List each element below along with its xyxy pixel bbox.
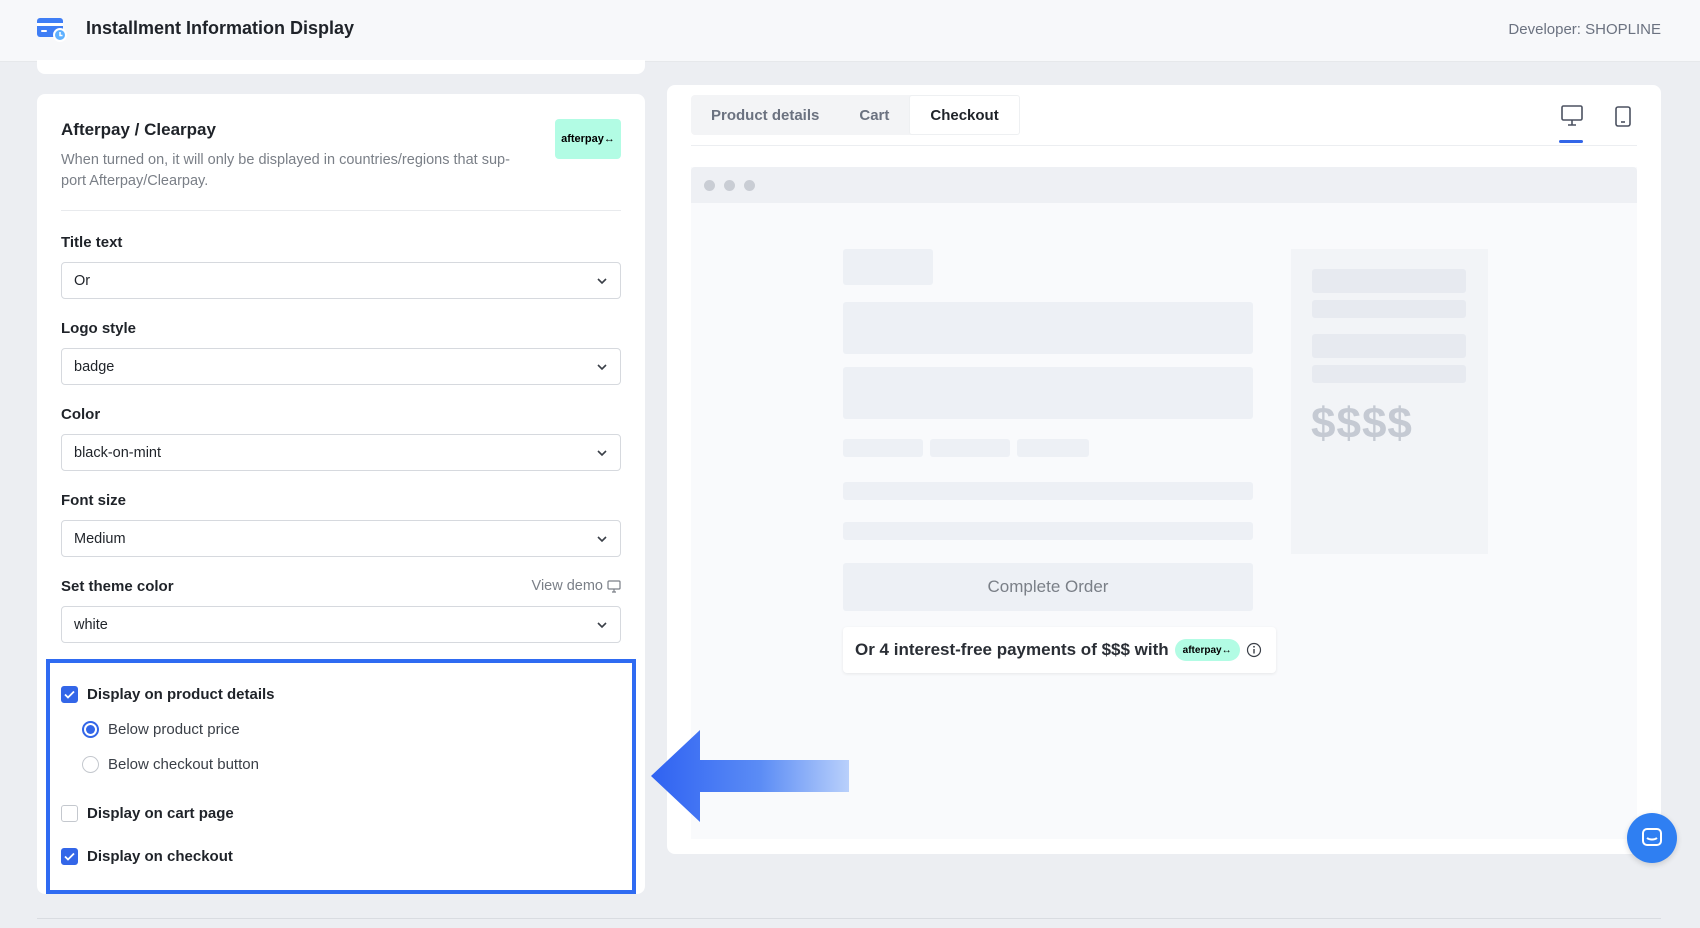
installment-text: Or 4 interest-free payments of $$$ with	[855, 640, 1169, 659]
theme-color-select[interactable]: white	[61, 606, 621, 643]
logo-style-select[interactable]: badge	[61, 348, 621, 385]
select-value: badge	[74, 359, 115, 375]
left-arrow	[651, 730, 849, 822]
skeleton-block	[1312, 334, 1466, 358]
radio-unselected[interactable]	[82, 756, 99, 773]
window-dot	[724, 180, 735, 191]
skeleton-block	[843, 482, 1253, 500]
checkbox-label: Display on product details	[87, 686, 275, 703]
bottom-divider	[37, 918, 1661, 919]
monitor-icon	[607, 579, 621, 593]
skeleton-block	[1312, 365, 1466, 383]
window-dot	[744, 180, 755, 191]
font-size-select[interactable]: Medium	[61, 520, 621, 557]
checkbox-label: Display on cart page	[87, 805, 234, 822]
afterpay-logo: afterpay↔	[555, 119, 621, 159]
view-demo-label: View demo	[531, 578, 603, 594]
color-label: Color	[61, 406, 101, 423]
top-bar: Installment Information Display Develope…	[0, 0, 1700, 62]
installment-message: Or 4 interest-free payments of $$$ with …	[843, 627, 1276, 673]
previous-card-edge	[37, 60, 645, 74]
chevron-down-icon	[597, 622, 607, 629]
skeleton-block	[843, 302, 1253, 354]
select-value: black-on-mint	[74, 445, 162, 461]
chat-button[interactable]	[1627, 813, 1677, 863]
tablet-icon[interactable]	[1613, 105, 1633, 129]
color-select[interactable]: black-on-mint	[61, 434, 621, 471]
window-dot	[704, 180, 715, 191]
section-description: When turned on, it will only be displaye…	[61, 152, 510, 189]
skeleton-block	[843, 367, 1253, 419]
display-checkout-checkbox[interactable]: Display on checkout	[61, 848, 233, 865]
display-cart-page-checkbox[interactable]: Display on cart page	[61, 805, 234, 822]
title-text-select[interactable]: Or	[61, 262, 621, 299]
checkbox-checked[interactable]	[61, 686, 78, 703]
complete-order-button[interactable]: Complete Order	[843, 563, 1253, 611]
checkbox-checked[interactable]	[61, 848, 78, 865]
tabs-divider	[691, 145, 1637, 146]
preview-tabs: Product details Cart Checkout	[691, 95, 1020, 135]
active-device-indicator	[1559, 140, 1583, 143]
font-size-label: Font size	[61, 492, 127, 509]
view-demo-link[interactable]: View demo	[532, 578, 621, 594]
checkbox-label: Display on checkout	[87, 848, 233, 865]
skeleton-block	[1017, 439, 1089, 457]
tab-product-details[interactable]: Product details	[691, 95, 839, 135]
browser-bar	[691, 167, 1637, 203]
checkbox-unchecked[interactable]	[61, 805, 78, 822]
afterpay-badge: afterpay↔	[1174, 639, 1240, 661]
chevron-down-icon	[597, 364, 607, 371]
skeleton-block	[843, 249, 933, 285]
skeleton-block	[1312, 300, 1466, 318]
chevron-down-icon	[597, 450, 607, 457]
skeleton-block	[1312, 269, 1466, 293]
logo-style-label: Logo style	[61, 320, 137, 337]
chevron-down-icon	[597, 278, 607, 285]
radio-selected[interactable]	[82, 721, 99, 738]
section-title: Afterpay / Clearpay	[61, 120, 216, 139]
below-checkout-button-radio[interactable]: Below checkout button	[82, 756, 259, 773]
tab-cart[interactable]: Cart	[839, 95, 909, 135]
select-value: Medium	[74, 531, 126, 547]
desktop-icon[interactable]	[1559, 105, 1585, 127]
price-placeholder: $$$$	[1311, 399, 1413, 448]
select-value: white	[74, 617, 108, 633]
chat-icon	[1642, 828, 1662, 846]
chevron-down-icon	[597, 536, 607, 543]
app-card-icon	[37, 18, 67, 42]
divider	[61, 210, 621, 211]
select-value: Or	[74, 273, 91, 289]
skeleton-block	[843, 522, 1253, 540]
theme-color-label: Set theme color	[61, 578, 174, 595]
radio-label: Below product price	[108, 721, 240, 738]
skeleton-block	[843, 439, 923, 457]
title-text-label: Title text	[61, 234, 123, 251]
display-product-details-checkbox[interactable]: Display on product details	[61, 686, 275, 703]
tab-checkout[interactable]: Checkout	[909, 95, 1020, 135]
below-product-price-radio[interactable]: Below product price	[82, 721, 240, 738]
radio-label: Below checkout button	[108, 756, 259, 773]
skeleton-block	[930, 439, 1010, 457]
app-title: Installment Information Display	[86, 18, 355, 38]
developer-label: Developer: SHOPLINE	[1508, 21, 1661, 38]
info-icon[interactable]	[1246, 642, 1262, 658]
